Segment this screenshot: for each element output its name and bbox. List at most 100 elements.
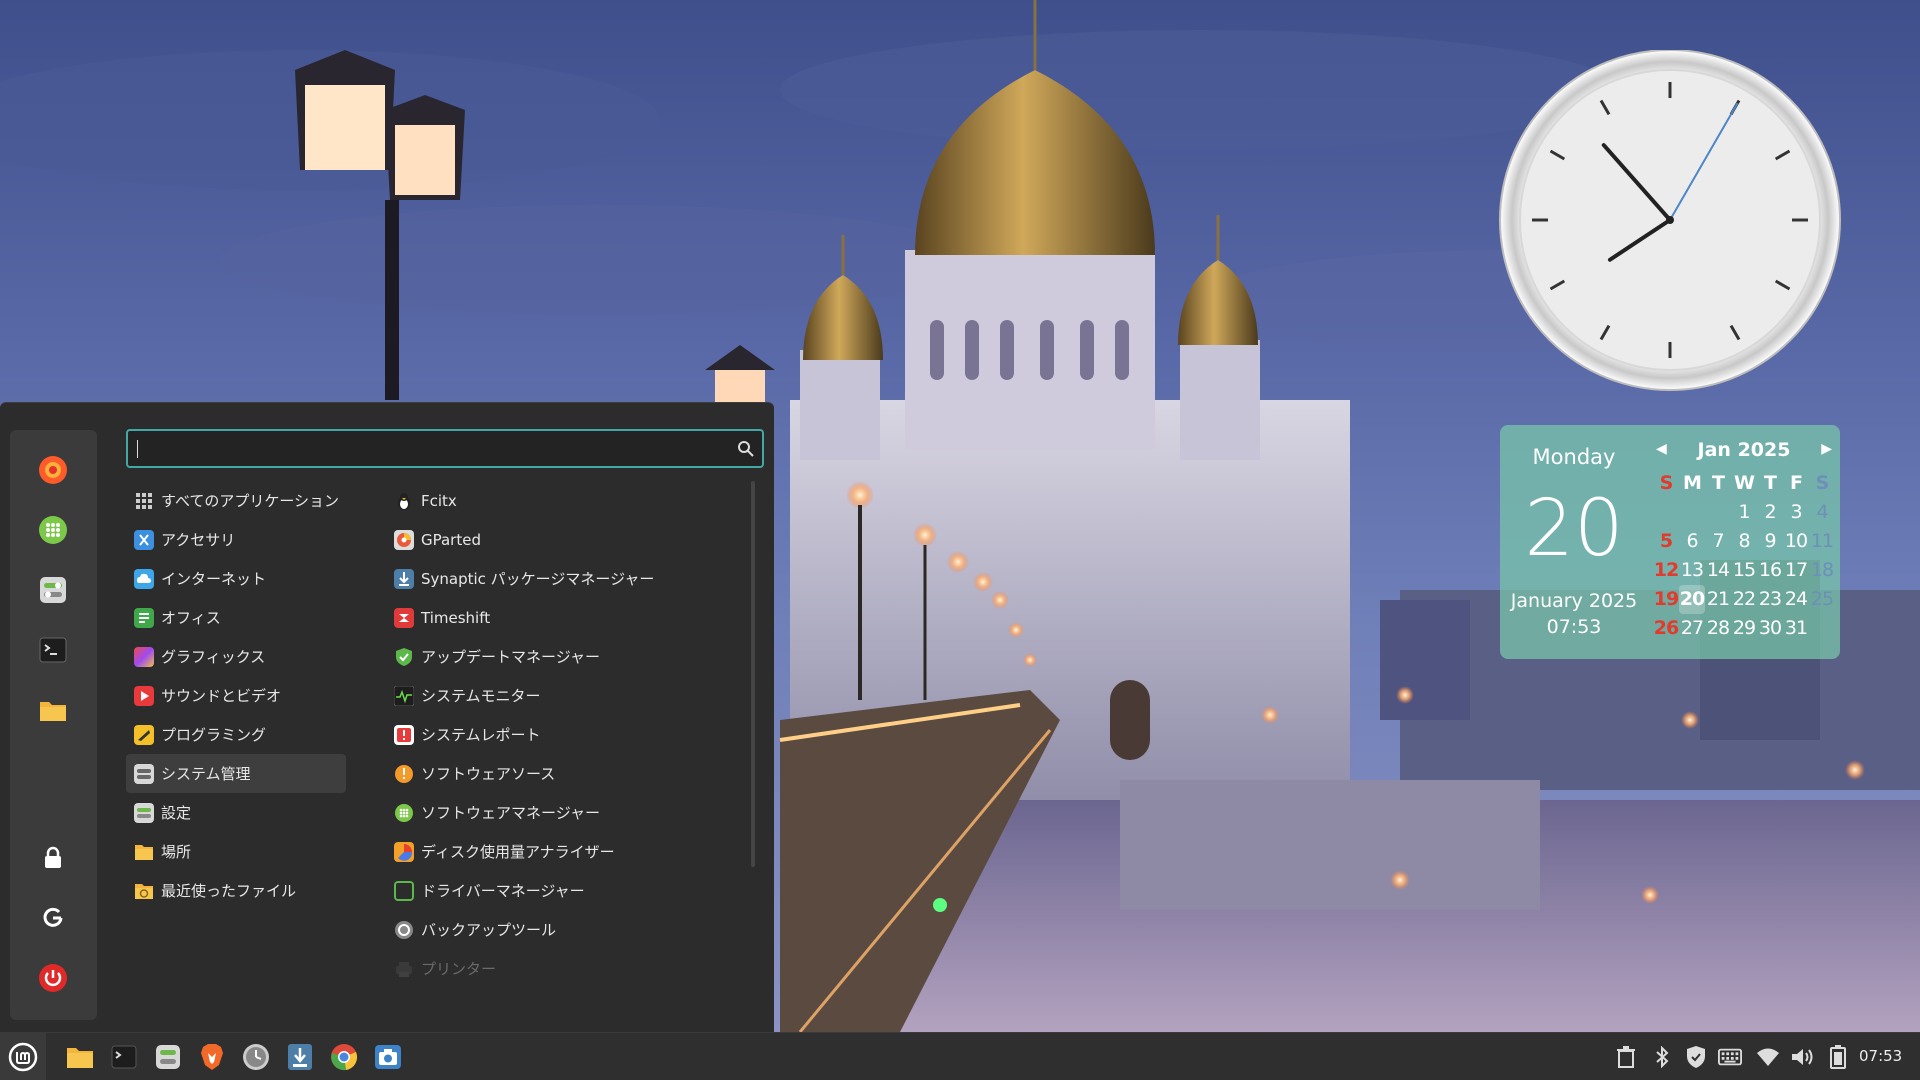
calendar-day[interactable]: 2 [1757, 498, 1783, 527]
calendar-day[interactable]: 23 [1757, 585, 1783, 614]
brave-browser-icon [201, 1044, 223, 1070]
category-item[interactable]: サウンドとビデオ [126, 676, 346, 715]
calendar-day[interactable]: 15 [1731, 556, 1757, 585]
application-item[interactable]: システムレポート [386, 715, 746, 754]
triangle-right-icon[interactable]: ▶ [1821, 441, 1832, 457]
application-label: Fcitx [421, 491, 457, 510]
application-item[interactable]: プリンター [386, 949, 746, 988]
calendar-day[interactable]: 18 [1809, 556, 1835, 585]
application-item[interactable]: システムモニター [386, 676, 746, 715]
calendar-day[interactable]: 10 [1783, 527, 1809, 556]
analog-clock-desklet [1494, 49, 1844, 392]
calendar-day[interactable]: 14 [1705, 556, 1731, 585]
search-icon [738, 441, 754, 457]
application-item[interactable]: ソフトウェアマネージャー [386, 793, 746, 832]
calendar-day[interactable]: 21 [1705, 585, 1731, 614]
calendar-day[interactable]: 6 [1679, 527, 1705, 556]
application-list-scrollbar[interactable] [751, 481, 755, 867]
favorite-terminal[interactable] [33, 630, 73, 670]
synaptic-launcher[interactable] [284, 1041, 316, 1073]
category-label: サウンドとビデオ [161, 687, 282, 705]
application-item[interactable]: ドライバーマネージャー [386, 871, 746, 910]
clock-app-launcher[interactable] [240, 1041, 272, 1073]
menu-search-box[interactable] [126, 429, 764, 468]
application-item[interactable]: Timeshift [386, 598, 746, 637]
calendar-day[interactable]: 7 [1705, 527, 1731, 556]
calendar-day[interactable]: 9 [1757, 527, 1783, 556]
calendar-day[interactable]: 8 [1731, 527, 1757, 556]
battery-icon[interactable] [1826, 1045, 1850, 1069]
calendar-day[interactable]: 1 [1731, 498, 1757, 527]
lock-screen-button[interactable] [33, 838, 73, 878]
chromium-launcher[interactable] [328, 1041, 360, 1073]
system-report-icon [394, 724, 414, 745]
calendar-day[interactable]: 25 [1809, 585, 1835, 614]
favorite-files[interactable] [33, 690, 73, 730]
calendar-day[interactable]: 19 [1653, 585, 1679, 614]
application-item[interactable]: Fcitx [386, 481, 746, 520]
calendar-day[interactable]: 16 [1757, 556, 1783, 585]
calendar-day[interactable]: 17 [1783, 556, 1809, 585]
category-item[interactable]: グラフィックス [126, 637, 346, 676]
menu-button[interactable] [0, 1033, 46, 1080]
application-label: Timeshift [421, 608, 491, 627]
calendar-day[interactable]: 4 [1809, 498, 1835, 527]
category-label: システム管理 [161, 765, 251, 783]
calendar-day[interactable]: 22 [1731, 585, 1757, 614]
disk-usage-icon [394, 841, 414, 862]
keyboard-icon[interactable] [1718, 1045, 1742, 1069]
category-item[interactable]: アクセサリ [126, 520, 346, 559]
application-item[interactable]: ディスク使用量アナライザー [386, 832, 746, 871]
calendar-day[interactable]: 12 [1653, 556, 1679, 585]
application-item[interactable]: GParted [386, 520, 746, 559]
calendar-day[interactable]: 29 [1731, 614, 1757, 643]
calendar-day[interactable]: 20 [1679, 585, 1705, 614]
lock-screen-icon [45, 846, 61, 868]
category-item[interactable]: プログラミング [126, 715, 346, 754]
application-item[interactable]: バックアップツール [386, 910, 746, 949]
calendar-day[interactable]: 31 [1783, 614, 1809, 643]
screenshot-launcher[interactable] [372, 1041, 404, 1073]
files-launcher[interactable] [64, 1041, 96, 1073]
category-item[interactable]: 最近使ったファイル [126, 871, 346, 910]
favorite-firefox[interactable] [33, 450, 73, 490]
calendar-day[interactable]: 11 [1809, 527, 1835, 556]
calendar-day[interactable]: 28 [1705, 614, 1731, 643]
wifi-icon[interactable] [1756, 1045, 1780, 1069]
calendar-day[interactable]: 24 [1783, 585, 1809, 614]
bottom-panel: 07:53 [0, 1032, 1920, 1080]
application-item[interactable]: Synaptic パッケージマネージャー [386, 559, 746, 598]
logout-button[interactable] [33, 898, 73, 938]
category-label: 設定 [161, 804, 192, 822]
search-input[interactable] [138, 435, 718, 462]
settings-launcher[interactable] [152, 1041, 184, 1073]
brave-launcher[interactable] [196, 1041, 228, 1073]
calendar-day[interactable]: 3 [1783, 498, 1809, 527]
triangle-left-icon[interactable]: ◀ [1656, 441, 1667, 457]
favorite-software-manager[interactable] [33, 510, 73, 550]
category-item[interactable]: 場所 [126, 832, 346, 871]
application-item[interactable]: アップデートマネージャー [386, 637, 746, 676]
category-item[interactable]: すべてのアプリケーション [126, 481, 346, 520]
calendar-day[interactable]: 26 [1653, 614, 1679, 643]
recent-files-icon [134, 881, 154, 901]
category-item[interactable]: インターネット [126, 559, 346, 598]
shield-icon[interactable] [1684, 1045, 1708, 1069]
category-item[interactable]: オフィス [126, 598, 346, 637]
category-item[interactable]: システム管理 [126, 754, 346, 793]
calendar-day[interactable]: 13 [1679, 556, 1705, 585]
trash-icon[interactable] [1614, 1045, 1638, 1069]
panel-clock[interactable]: 07:53 [1859, 1047, 1902, 1065]
calendar-day[interactable]: 27 [1679, 614, 1705, 643]
bluetooth-icon[interactable] [1650, 1045, 1674, 1069]
application-item[interactable]: ソフトウェアソース [386, 754, 746, 793]
calendar-day[interactable]: 5 [1653, 527, 1679, 556]
terminal-launcher[interactable] [108, 1041, 140, 1073]
category-item[interactable]: 設定 [126, 793, 346, 832]
calendar-grid: S M T W T F S 1 2 3 4 5 6 7 8 9 10 11 12 13 14 15 16 17 18 19 20 21… [1653, 469, 1839, 643]
volume-icon[interactable] [1790, 1045, 1814, 1069]
places-icon [134, 842, 154, 862]
calendar-day[interactable]: 30 [1757, 614, 1783, 643]
power-button[interactable] [33, 958, 73, 998]
favorite-system-settings[interactable] [33, 570, 73, 610]
